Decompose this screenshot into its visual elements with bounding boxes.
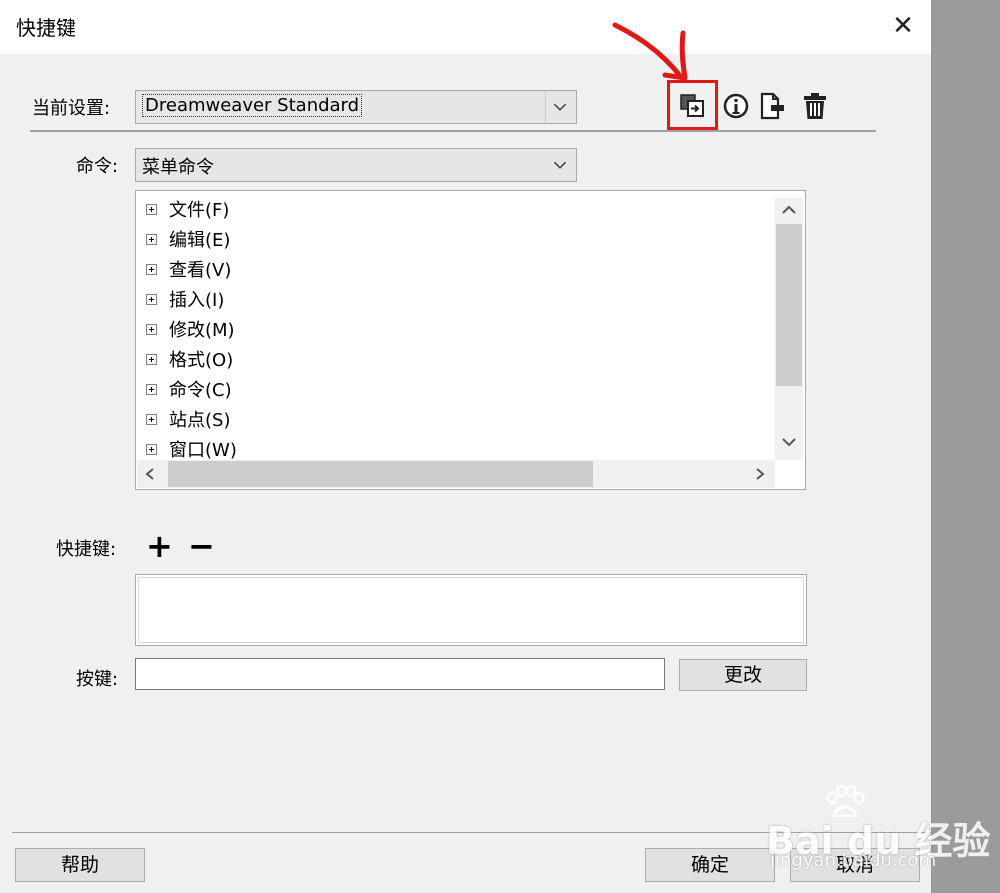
- title-bar: 快捷键 ✕: [0, 0, 931, 54]
- ok-button[interactable]: 确定: [645, 848, 775, 882]
- add-shortcut-button[interactable]: +: [146, 526, 173, 566]
- horizontal-scroll-thumb[interactable]: [168, 461, 593, 487]
- current-set-value: Dreamweaver Standard: [142, 94, 363, 117]
- tree-item-label: 查看(V): [169, 260, 232, 281]
- expand-plus-icon[interactable]: [146, 383, 157, 395]
- paw-icon: [826, 784, 865, 818]
- export-set-icon[interactable]: [757, 91, 787, 121]
- tree-item-label: 编辑(E): [169, 230, 231, 251]
- expand-plus-icon[interactable]: [146, 293, 157, 305]
- expand-plus-icon[interactable]: [146, 203, 157, 215]
- tree-item[interactable]: 站点(S): [146, 404, 230, 434]
- info-icon[interactable]: [722, 92, 752, 122]
- shortcut-list[interactable]: [135, 574, 807, 646]
- separator: [30, 130, 876, 132]
- vertical-scroll-thumb[interactable]: [776, 224, 802, 386]
- chevron-down-icon: [544, 91, 567, 123]
- keypress-input[interactable]: [135, 658, 665, 690]
- expand-plus-icon[interactable]: [146, 413, 157, 425]
- scroll-down-icon[interactable]: [779, 434, 799, 450]
- expand-plus-icon[interactable]: [146, 233, 157, 245]
- commands-value: 菜单命令: [142, 157, 214, 178]
- expand-plus-icon[interactable]: [146, 263, 157, 275]
- remove-shortcut-button[interactable]: −: [188, 526, 215, 566]
- dialog-title: 快捷键: [16, 16, 76, 40]
- tree-item-label: 窗口(W): [169, 440, 237, 461]
- scroll-left-icon[interactable]: [142, 466, 158, 482]
- commands-label: 命令:: [76, 156, 119, 177]
- tree-item-label: 插入(I): [169, 290, 225, 311]
- commands-dropdown[interactable]: 菜单命令: [135, 148, 577, 182]
- tree-item[interactable]: 命令(C): [146, 374, 232, 404]
- keyboard-shortcuts-dialog: 快捷键 ✕ 当前设置: Dreamweaver Standard 命令: 菜单命…: [0, 0, 990, 893]
- tree-item-label: 文件(F): [169, 200, 230, 221]
- scroll-right-icon[interactable]: [752, 466, 768, 482]
- tree-item-label: 命令(C): [169, 380, 232, 401]
- close-button[interactable]: ✕: [888, 8, 918, 44]
- chevron-down-icon: [553, 161, 567, 169]
- expand-plus-icon[interactable]: [146, 353, 157, 365]
- highlight-box: [667, 80, 718, 130]
- tree-item[interactable]: 格式(O): [146, 344, 233, 374]
- current-set-label: 当前设置:: [32, 98, 111, 119]
- commands-tree[interactable]: 文件(F) 编辑(E) 查看(V) 插入(I) 修改(M) 格式(O) 命令(C…: [135, 190, 806, 490]
- current-set-dropdown[interactable]: Dreamweaver Standard: [135, 90, 577, 124]
- expand-plus-icon[interactable]: [146, 323, 157, 335]
- tree-item-label: 格式(O): [169, 350, 234, 371]
- tree-item[interactable]: 插入(I): [146, 284, 224, 314]
- scroll-up-icon[interactable]: [779, 202, 799, 218]
- tree-item[interactable]: 查看(V): [146, 254, 231, 284]
- tree-item[interactable]: 修改(M): [146, 314, 235, 344]
- shortcuts-label: 快捷键:: [56, 539, 117, 560]
- tree-item[interactable]: 编辑(E): [146, 224, 230, 254]
- keypress-label: 按键:: [76, 669, 119, 690]
- annotation-arrow-icon: [612, 22, 688, 81]
- tree-item[interactable]: 文件(F): [146, 194, 229, 224]
- change-button[interactable]: 更改: [679, 659, 807, 691]
- help-button[interactable]: 帮助: [15, 848, 145, 882]
- tree-item-label: 站点(S): [169, 410, 231, 431]
- cancel-button[interactable]: 取消: [790, 848, 920, 882]
- delete-set-icon[interactable]: [800, 91, 830, 121]
- expand-plus-icon[interactable]: [146, 443, 157, 455]
- tree-item-label: 修改(M): [169, 320, 235, 341]
- footer-separator: [12, 832, 932, 833]
